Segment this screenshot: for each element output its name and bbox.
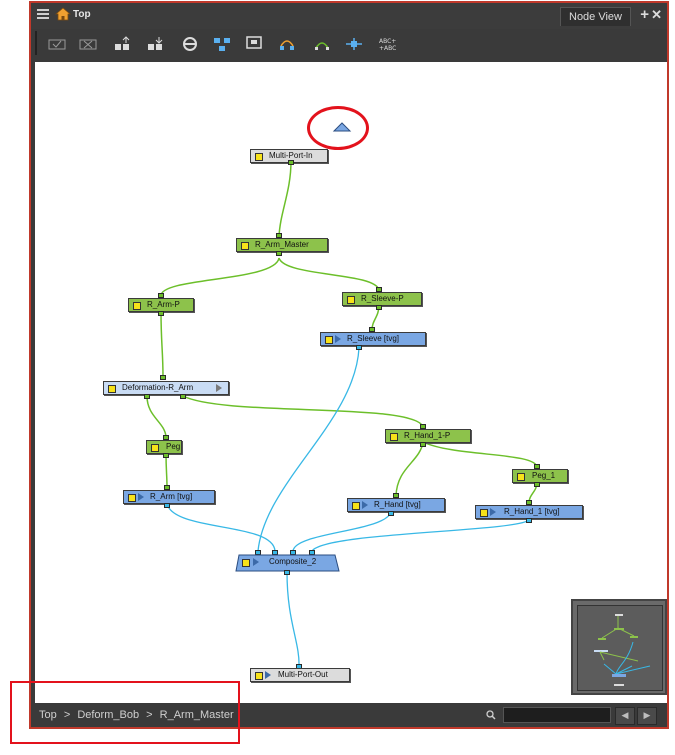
highlight-circle-annotation (307, 106, 369, 150)
output-port[interactable] (526, 518, 532, 523)
minimap-viewport[interactable] (577, 605, 663, 691)
node-label: R_Sleeve-P (361, 294, 404, 303)
window-title: Top (73, 9, 91, 20)
output-port[interactable] (276, 251, 282, 256)
node-r-hand-drawing[interactable]: R_Hand [tvg] (347, 498, 445, 512)
expand-arrow-icon[interactable] (138, 493, 144, 501)
move-up-icon[interactable] (113, 36, 131, 52)
enable-node-icon[interactable] (48, 36, 66, 52)
node-label: Deformation-R_Arm (122, 383, 194, 392)
node-enable-toggle[interactable] (325, 336, 333, 344)
expand-arrow-icon[interactable] (216, 384, 222, 392)
node-enable-toggle[interactable] (480, 509, 488, 517)
title-bar: Top Node View + ✕ (31, 3, 667, 29)
node-label: R_Sleeve [tvg] (347, 334, 400, 343)
node-r-hand-1-drawing[interactable]: R_Hand_1 [tvg] (475, 505, 583, 519)
node-enable-toggle[interactable] (241, 242, 249, 250)
add-view-button[interactable]: + (640, 6, 649, 23)
node-enable-toggle[interactable] (133, 302, 141, 310)
node-enable-toggle[interactable] (128, 494, 136, 502)
output-port[interactable] (420, 442, 426, 447)
node-multi-port-out[interactable]: Multi-Port-Out (250, 668, 350, 682)
node-r-arm-p[interactable]: R_Arm-P (128, 298, 194, 312)
node-label: Peg (166, 442, 181, 451)
node-r-sleeve-drawing[interactable]: R_Sleeve [tvg] (320, 332, 426, 346)
move-down-icon[interactable] (146, 36, 164, 52)
home-icon[interactable] (55, 7, 71, 21)
node-enable-toggle[interactable] (242, 559, 250, 567)
output-port[interactable] (284, 570, 290, 575)
cable-icon[interactable] (313, 36, 331, 52)
output-port[interactable] (158, 311, 164, 316)
node-r-arm-master[interactable]: R_Arm_Master (236, 238, 328, 252)
node-peg[interactable]: Peg (146, 440, 182, 454)
output-port[interactable] (388, 511, 394, 516)
search-icon (486, 710, 496, 720)
node-label: Multi-Port-Out (278, 670, 328, 679)
previous-button[interactable]: ◀ (615, 707, 635, 725)
node-label: R_Arm-P (147, 300, 180, 309)
node-r-arm-drawing[interactable]: R_Arm [tvg] (123, 490, 215, 504)
node-enable-toggle[interactable] (347, 296, 355, 304)
rename-icon[interactable]: ABC++ABC (378, 36, 400, 52)
output-port[interactable] (356, 345, 362, 350)
node-deformation-r-arm[interactable]: Deformation-R_Arm (103, 381, 229, 395)
search-input[interactable] (503, 707, 611, 723)
node-enable-toggle[interactable] (517, 473, 525, 481)
backdrop-icon[interactable] (245, 36, 263, 52)
node-enable-toggle[interactable] (390, 433, 398, 441)
group-nodes-icon[interactable] (213, 36, 231, 52)
expand-arrow-icon[interactable] (362, 501, 368, 509)
output-port[interactable] (144, 394, 150, 399)
node-enable-toggle[interactable] (255, 153, 263, 161)
expand-arrow-icon[interactable] (265, 671, 271, 679)
expand-arrow-icon[interactable] (335, 335, 341, 343)
svg-text:+ABC: +ABC (379, 45, 396, 52)
hamburger-menu-icon[interactable] (37, 9, 49, 20)
tab-node-view[interactable]: Node View (560, 7, 631, 26)
node-r-sleeve-p[interactable]: R_Sleeve-P (342, 292, 422, 306)
close-view-button[interactable]: ✕ (651, 7, 662, 23)
node-label: R_Arm [tvg] (150, 492, 193, 501)
toolbar: ABC+ +ABC (31, 29, 667, 59)
output-port[interactable] (534, 482, 540, 487)
disable-node-icon[interactable] (79, 36, 97, 52)
network-icon[interactable] (345, 36, 363, 52)
node-label: R_Arm_Master (255, 240, 309, 249)
node-composite-2[interactable]: Composite_2 (235, 556, 339, 570)
node-r-hand-1-p[interactable]: R_Hand_1-P (385, 429, 471, 443)
highlight-rectangle-annotation (10, 681, 240, 744)
output-port[interactable] (376, 305, 382, 310)
node-enable-toggle[interactable] (108, 385, 116, 393)
node-label: Composite_2 (269, 557, 317, 566)
output-port[interactable] (288, 160, 294, 165)
expand-arrow-icon[interactable] (253, 558, 259, 566)
input-port[interactable] (160, 375, 166, 380)
minimap-preview (594, 614, 651, 686)
output-port[interactable] (163, 453, 169, 458)
next-button[interactable]: ▶ (637, 707, 657, 725)
node-canvas[interactable]: Multi-Port-In R_Arm_Master R_Arm-P R_Sle… (35, 62, 667, 703)
node-enable-toggle[interactable] (352, 502, 360, 510)
svg-text:ABC+: ABC+ (379, 38, 396, 45)
node-label: Peg_1 (532, 471, 556, 480)
navigator-minimap[interactable] (571, 599, 667, 695)
toolbar-handle[interactable] (35, 31, 40, 55)
node-peg-1[interactable]: Peg_1 (512, 469, 568, 483)
expand-arrow-icon[interactable] (490, 508, 496, 516)
peg-connect-icon[interactable] (278, 36, 296, 52)
output-port[interactable] (180, 394, 186, 399)
node-label: R_Hand_1 [tvg] (504, 507, 560, 516)
node-enable-toggle[interactable] (255, 672, 263, 680)
node-label: R_Hand_1-P (404, 431, 451, 440)
output-port[interactable] (164, 503, 170, 508)
zoom-to-fit-icon[interactable] (181, 36, 199, 52)
node-enable-toggle[interactable] (151, 444, 159, 452)
node-label: R_Hand [tvg] (374, 500, 421, 509)
